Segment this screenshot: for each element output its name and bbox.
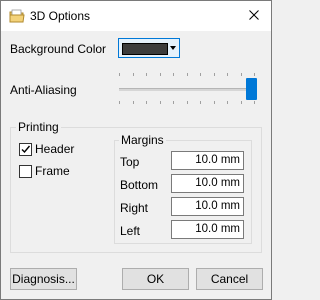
margin-left-input[interactable]: 10.0 mm (171, 220, 244, 239)
slider-tick (133, 101, 134, 104)
margin-right-input[interactable]: 10.0 mm (171, 197, 244, 216)
background-color-dropdown[interactable] (118, 38, 180, 58)
close-icon (249, 9, 259, 23)
slider-tick (227, 101, 228, 104)
header-checkbox[interactable]: Header (19, 142, 74, 156)
close-button[interactable] (237, 1, 271, 31)
margins-group: Margins Top 10.0 mm Bottom 10.0 mm Right… (114, 133, 252, 244)
diagnosis-button[interactable]: Diagnosis... (10, 268, 77, 290)
margin-bottom-input[interactable]: 10.0 mm (171, 174, 244, 193)
slider-tick (187, 101, 188, 104)
margins-group-title: Margins (119, 133, 166, 147)
slider-tick (227, 73, 228, 76)
slider-tick (119, 73, 120, 76)
slider-tick (119, 101, 120, 104)
background-color-swatch (122, 43, 168, 55)
ok-button[interactable]: OK (122, 268, 189, 290)
slider-tick (254, 73, 255, 76)
slider-thumb[interactable] (246, 78, 257, 100)
app-folder-icon (9, 8, 25, 24)
title-bar[interactable]: 3D Options (1, 1, 271, 31)
slider-tick (160, 73, 161, 76)
margin-top-label: Top (120, 155, 140, 169)
slider-tick (173, 101, 174, 104)
slider-tick (200, 73, 201, 76)
printing-group: Printing Header Frame Margins Top 10.0 m… (10, 120, 262, 253)
frame-checkbox[interactable]: Frame (19, 164, 70, 178)
background-color-label: Background Color (10, 42, 107, 56)
chevron-down-icon (170, 46, 176, 50)
slider-tick (214, 73, 215, 76)
slider-tick (133, 73, 134, 76)
cancel-button[interactable]: Cancel (196, 268, 263, 290)
anti-aliasing-label: Anti-Aliasing (10, 83, 77, 97)
slider-tick (254, 101, 255, 104)
frame-checkbox-label: Frame (35, 164, 70, 178)
slider-tick (241, 73, 242, 76)
slider-tick (187, 73, 188, 76)
slider-tick (160, 101, 161, 104)
header-checkbox-box[interactable] (19, 142, 32, 156)
margin-top-input[interactable]: 10.0 mm (171, 151, 244, 170)
slider-tick (146, 101, 147, 104)
window-title: 3D Options (30, 9, 91, 23)
printing-group-title: Printing (16, 120, 61, 134)
frame-checkbox-box[interactable] (19, 164, 32, 178)
header-checkbox-label: Header (35, 142, 75, 156)
options-dialog: 3D Options Background Color Anti-Aliasin… (0, 0, 272, 300)
slider-tick (200, 101, 201, 104)
slider-tick (214, 101, 215, 104)
anti-aliasing-slider[interactable] (119, 69, 259, 109)
slider-tick (146, 73, 147, 76)
margin-right-label: Right (120, 201, 149, 215)
checkmark-icon (21, 145, 31, 153)
slider-tick (173, 73, 174, 76)
slider-tick (241, 101, 242, 104)
slider-track (119, 88, 255, 91)
margin-bottom-label: Bottom (120, 178, 159, 192)
margin-left-label: Left (120, 224, 141, 238)
